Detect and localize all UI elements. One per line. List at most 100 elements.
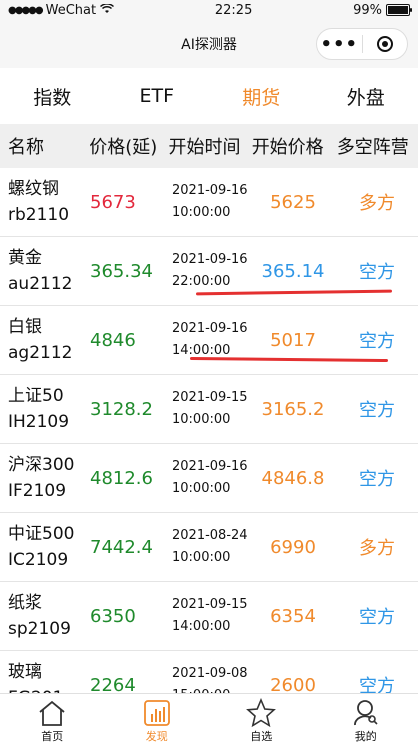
instrument-name: 沪深300: [8, 455, 75, 475]
instrument-cell: 纸浆 sp2109: [0, 590, 82, 642]
price-cell: 4812.6: [90, 467, 153, 489]
instrument-cell: 上证50 IH2109: [0, 383, 82, 435]
start-date: 2021-09-16: [172, 459, 248, 474]
instrument-cell: 螺纹钢 rb2110: [0, 176, 82, 228]
price-cell: 4846: [90, 329, 136, 351]
price-cell: 5673: [90, 191, 136, 213]
home-icon: [37, 698, 67, 728]
side-cell: 空方: [359, 331, 395, 352]
side-cell: 多方: [359, 193, 395, 214]
table-row[interactable]: 白银 ag2112 4846 2021-09-16 14:00:00 5017 空方: [0, 306, 418, 375]
header-start-price[interactable]: 开始价格: [248, 133, 337, 159]
tabbar-watchlist[interactable]: 自选: [209, 694, 314, 746]
table-row[interactable]: 上证50 IH2109 3128.2 2021-09-15 10:00:00 3165.2…: [0, 375, 418, 444]
carrier-label: WeChat: [45, 2, 97, 18]
instrument-cell: 沪深300 IF2109: [0, 452, 82, 504]
side-cell: 多方: [359, 538, 395, 559]
instrument-name: 白银: [8, 317, 42, 337]
tabbar-home-label: 首页: [41, 730, 64, 743]
instrument-cell: 黄金 au2112: [0, 245, 82, 297]
table-body: 螺纹钢 rb2110 5673 2021-09-16 10:00:00 5625 多方 黄金 a…: [0, 168, 418, 720]
close-target-button[interactable]: [363, 36, 408, 52]
tabbar-discover[interactable]: 发现: [105, 694, 210, 746]
tabbar-watchlist-label: 自选: [250, 730, 273, 743]
tab-futures[interactable]: 期货: [209, 83, 314, 110]
battery-percent: 99%: [353, 2, 382, 18]
start-date: 2021-09-16: [172, 252, 248, 267]
table-row[interactable]: 螺纹钢 rb2110 5673 2021-09-16 10:00:00 5625 多方: [0, 168, 418, 237]
header-price[interactable]: 价格(延): [81, 133, 162, 159]
instrument-name: 玻璃: [8, 662, 42, 682]
instrument-name: 中证500: [8, 524, 75, 544]
table-row[interactable]: 纸浆 sp2109 6350 2021-09-15 14:00:00 6354 空方: [0, 582, 418, 651]
side-cell: 空方: [359, 400, 395, 421]
tab-overseas[interactable]: 外盘: [314, 83, 418, 110]
navbar: AI探测器 •••: [0, 20, 418, 68]
instrument-code: IF2109: [8, 481, 67, 501]
instrument-name: 螺纹钢: [8, 179, 59, 199]
category-tabs: 指数 ETF 期货 外盘: [0, 68, 418, 124]
start-price-cell: 3165.2: [261, 398, 325, 420]
signal-icon: ●●●●●: [8, 4, 44, 16]
more-icon[interactable]: •••: [317, 34, 362, 55]
start-date: 2021-09-15: [172, 597, 248, 612]
table-header: 名称 价格(延) 开始时间 开始价格 多空阵营: [0, 124, 418, 168]
table-row[interactable]: 黄金 au2112 365.34 2021-09-16 22:00:00 365.14 空方: [0, 237, 418, 306]
instrument-code: ag2112: [8, 343, 73, 363]
start-price-cell: 365.14: [261, 260, 325, 282]
start-date: 2021-09-08: [172, 666, 248, 681]
instrument-cell: 白银 ag2112: [0, 314, 82, 366]
status-right: 99%: [353, 2, 412, 18]
header-start-time[interactable]: 开始时间: [163, 133, 248, 159]
star-icon: [246, 698, 277, 728]
start-date: 2021-09-16: [172, 183, 248, 198]
tabbar-discover-label: 发现: [145, 730, 168, 743]
tab-index[interactable]: 指数: [0, 83, 105, 110]
start-time: 10:00:00: [172, 205, 231, 220]
side-cell: 空方: [359, 607, 395, 628]
instrument-code: sp2109: [8, 619, 71, 639]
chart-bars-icon: [142, 698, 172, 728]
instrument-cell: 中证500 IC2109: [0, 521, 82, 573]
page-title: AI探测器: [181, 37, 237, 53]
start-time-cell: 2021-09-16 10:00:00: [164, 456, 250, 500]
start-time-cell: 2021-09-15 14:00:00: [164, 594, 250, 638]
start-date: 2021-09-15: [172, 390, 248, 405]
price-cell: 6350: [90, 605, 136, 627]
start-time: 10:00:00: [172, 481, 231, 496]
start-time: 14:00:00: [172, 619, 231, 634]
price-cell: 3128.2: [90, 398, 153, 420]
status-bar: ●●●●● WeChat 22:25 99%: [0, 0, 418, 20]
clock: 22:25: [214, 2, 253, 18]
start-price-cell: 5625: [270, 191, 316, 213]
start-time-cell: 2021-09-16 10:00:00: [164, 180, 250, 224]
header-name[interactable]: 名称: [0, 133, 81, 159]
miniprogram-capsule: •••: [316, 28, 408, 60]
instrument-name: 纸浆: [8, 593, 42, 613]
instrument-code: au2112: [8, 274, 73, 294]
target-icon: [376, 36, 393, 52]
price-cell: 7442.4: [90, 536, 153, 558]
start-time-cell: 2021-08-24 10:00:00: [164, 525, 250, 569]
side-cell: 空方: [359, 262, 395, 283]
user-icon: [351, 698, 381, 728]
start-time: 22:00:00: [172, 274, 231, 289]
start-time-cell: 2021-09-16 14:00:00: [164, 318, 250, 362]
start-time: 10:00:00: [172, 550, 231, 565]
table-row[interactable]: 沪深300 IF2109 4812.6 2021-09-16 10:00:00 4846.…: [0, 444, 418, 513]
tabbar-me[interactable]: 我的: [314, 694, 418, 746]
header-side[interactable]: 多空阵营: [337, 133, 418, 159]
wifi-icon: [100, 2, 115, 18]
start-date: 2021-09-16: [172, 321, 248, 336]
tab-etf[interactable]: ETF: [105, 85, 210, 107]
start-price-cell: 6354: [270, 605, 316, 627]
start-time-cell: 2021-09-16 22:00:00: [164, 249, 250, 293]
table-row[interactable]: 中证500 IC2109 7442.4 2021-08-24 10:00:00 6990 多…: [0, 513, 418, 582]
start-time: 10:00:00: [172, 412, 231, 427]
status-left: ●●●●● WeChat: [8, 2, 115, 18]
instrument-code: IH2109: [8, 412, 70, 432]
side-cell: 空方: [359, 469, 395, 490]
tabbar-home[interactable]: 首页: [0, 694, 105, 746]
start-date: 2021-08-24: [172, 528, 248, 543]
instrument-code: IC2109: [8, 550, 69, 570]
